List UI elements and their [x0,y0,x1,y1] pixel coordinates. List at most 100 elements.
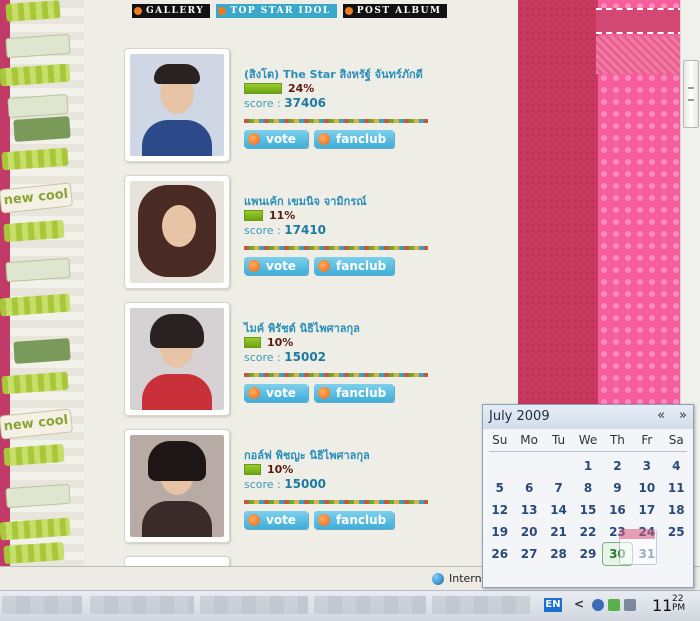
calendar-empty-cell [514,455,543,477]
weekday-label: Th [609,433,625,447]
nav-gallery[interactable]: GALLERY [132,4,211,18]
vote-button[interactable]: vote [244,511,308,529]
fanclub-button[interactable]: fanclub [314,130,394,148]
score: score : 17410 [244,223,327,237]
weekday-label: Mo [520,433,538,447]
calendar-day[interactable]: 5 [485,477,514,499]
percent-bar [244,336,261,348]
calendar-day[interactable]: 19 [485,521,514,543]
next-month-icon[interactable]: » [679,408,687,423]
calendar-icon [615,523,661,567]
percent-bar [244,463,261,475]
calendar-day[interactable]: 20 [514,521,543,543]
network-icon[interactable] [592,599,604,611]
calendar-day[interactable]: 16 [603,499,632,521]
prev-month-icon[interactable]: « [657,408,665,423]
calendar-day[interactable]: 12 [485,499,514,521]
idol-card: แพนเค้ก เขมนิจ จามิกรณ์ 11% score : 1741… [124,175,558,291]
taskbar-clock[interactable]: 11 22 PM [652,595,685,616]
calendar-day[interactable]: 27 [514,543,543,565]
divider [244,500,428,504]
idol-photo[interactable] [124,175,230,289]
percent-bar [244,209,263,221]
idol-photo[interactable] [124,48,230,162]
orange-dot-icon [248,260,260,272]
vote-button[interactable]: vote [244,384,308,402]
calendar-day[interactable]: 13 [514,499,543,521]
taskbar-item[interactable] [200,596,308,614]
show-hidden-icons-icon[interactable]: < [574,597,584,611]
percent-bar [244,82,282,94]
vote-button[interactable]: vote [244,257,308,275]
calendar-day[interactable]: 29 [573,543,602,565]
volume-icon[interactable] [624,599,636,611]
weekday-label: Su [492,433,508,447]
calendar-day[interactable]: 6 [514,477,543,499]
calendar-day[interactable]: 2 [603,455,632,477]
taskbar-item[interactable] [314,596,426,614]
calendar-day[interactable]: 11 [662,477,691,499]
nav-post-album[interactable]: POST ALBUM [342,4,448,18]
idol-name[interactable]: แพนเค้ก เขมนิจ จามิกรณ์ [244,192,366,210]
calendar-day[interactable]: 7 [544,477,573,499]
calendar-day[interactable]: 25 [662,521,691,543]
vote-button[interactable]: vote [244,130,308,148]
ribbon-decoration [596,36,684,74]
idol-photo[interactable] [124,302,230,416]
calendar-day[interactable]: 1 [573,455,602,477]
idol-name[interactable]: ไมค์ พิรัชต์ นิธิไพศาลกุล [244,319,360,337]
percent-text: 11% [269,208,296,222]
calendar-day[interactable]: 18 [662,499,691,521]
calendar-day[interactable]: 17 [632,499,661,521]
taskbar-item[interactable] [432,596,530,614]
calendar-day[interactable]: 3 [632,455,661,477]
calendar-day[interactable]: 10 [632,477,661,499]
orange-dot-icon [318,387,330,399]
globe-icon [432,572,444,585]
ribbon-decoration [596,8,684,34]
score: score : 37406 [244,96,327,110]
calendar-day[interactable]: 28 [544,543,573,565]
security-icon[interactable] [608,599,620,611]
idol-name[interactable]: (สิงโต) The Star สิงหรัฐ์ จันทร์ภักดี [244,65,423,83]
calendar-day[interactable]: 15 [573,499,602,521]
weekday-label: Tu [552,433,566,447]
divider [244,373,428,377]
calendar-day[interactable]: 4 [662,455,691,477]
scrollbar-thumb[interactable] [683,60,699,128]
calendar-day[interactable]: 21 [544,521,573,543]
percent-row: 24% [244,82,314,95]
percent-row: 10% [244,336,293,349]
calendar-title[interactable]: July 2009 [489,409,550,424]
calendar-day[interactable]: 8 [573,477,602,499]
fanclub-button[interactable]: fanclub [314,384,394,402]
orange-dot-icon [248,514,260,526]
calendar-day[interactable]: 22 [573,521,602,543]
idol-name[interactable]: กอล์ฟ พิชญะ นิธิไพศาลกุล [244,446,370,464]
divider [244,119,428,123]
orange-dot-icon [318,514,330,526]
fanclub-button[interactable]: fanclub [314,257,394,275]
security-zone[interactable]: Intern [432,572,482,585]
orange-dot-icon [248,387,260,399]
score: score : 15002 [244,350,327,364]
idol-card: (สิงโต) The Star สิงหรัฐ์ จันทร์ภักดี 24… [124,48,558,164]
language-indicator[interactable]: EN [544,598,562,612]
taskbar-item[interactable] [2,596,82,614]
weekday-header: Su Mo Tu We Th Fr Sa [485,433,691,447]
calendar-day[interactable]: 9 [603,477,632,499]
taskbar-item[interactable] [90,596,194,614]
percent-text: 10% [267,462,294,476]
bullet-icon [134,7,142,15]
calendar-day[interactable]: 14 [544,499,573,521]
calendar-popup: July 2009 « » Su Mo Tu We Th Fr Sa 1 2 3 4 5 6 7 8 9 10… [482,404,694,588]
nav-top-star-idol[interactable]: TOP STAR IDOL [216,4,337,18]
divider [244,246,428,250]
calendar-day[interactable]: 26 [485,543,514,565]
idol-card: ไมค์ พิรัชต์ นิธิไพศาลกุล 10% score : 15… [124,302,558,418]
idol-photo[interactable] [124,429,230,543]
calendar-empty-cell [485,455,514,477]
bullet-icon [218,7,227,15]
orange-dot-icon [318,133,330,145]
fanclub-button[interactable]: fanclub [314,511,394,529]
